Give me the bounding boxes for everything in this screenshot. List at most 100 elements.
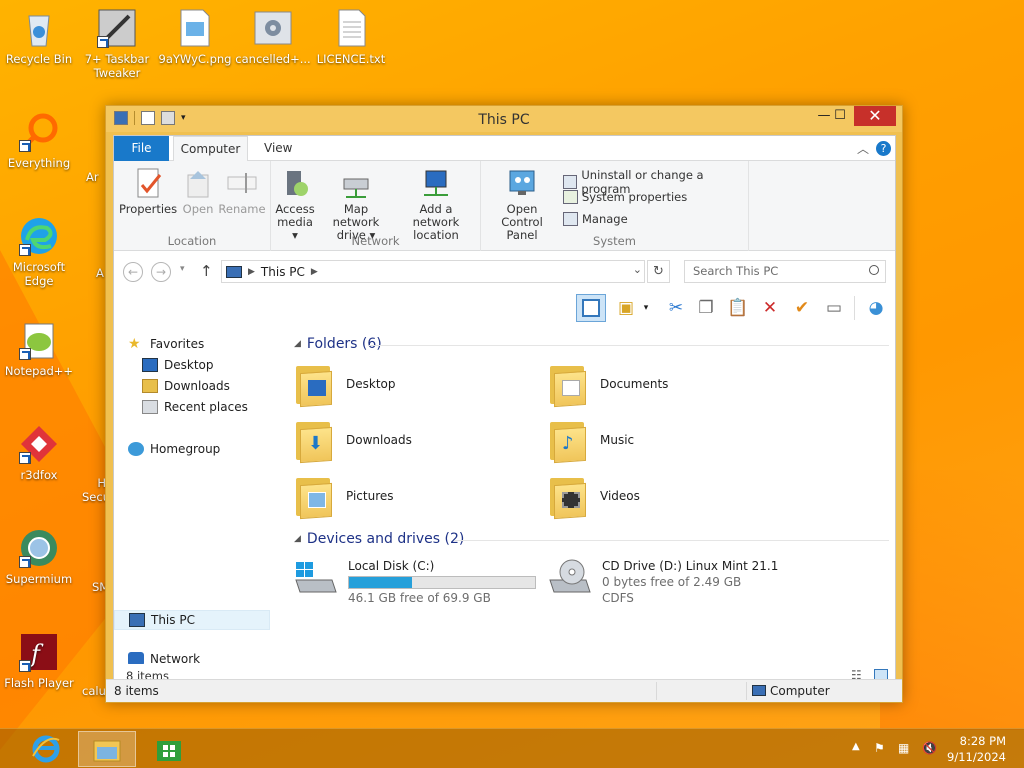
desktop-icon-png[interactable]: 9aYWyC.png xyxy=(157,8,233,66)
nav-downloads[interactable]: Downloads xyxy=(142,379,230,393)
preview-pane-button[interactable] xyxy=(576,294,606,322)
title-bar[interactable]: ▾ This PC — ☐ ✕ xyxy=(106,106,902,132)
breadcrumb-separator-icon[interactable]: ▶ xyxy=(311,267,318,277)
copy-icon[interactable]: ❐ xyxy=(694,296,718,320)
desktop-icon-everything[interactable]: Everything xyxy=(1,112,77,170)
desktop-icon-cancelled[interactable]: cancelled+... xyxy=(235,8,311,66)
desktop-icon-partial[interactable]: calu xyxy=(82,684,106,698)
nav-recent-places[interactable]: Recent places xyxy=(142,400,248,414)
desktop-icon-supermium[interactable]: Supermium xyxy=(1,528,77,586)
map-network-drive-button[interactable]: Map network drive ▾ xyxy=(319,167,393,242)
media-server-icon xyxy=(279,167,311,199)
open-button[interactable]: Open xyxy=(180,167,216,216)
network-location-icon xyxy=(420,167,452,199)
desktop-icon-label: A xyxy=(96,266,104,280)
system-properties-button[interactable]: System properties xyxy=(563,190,687,204)
star-icon: ★ xyxy=(128,336,141,352)
network-tray-icon[interactable]: ▦ xyxy=(898,741,909,755)
content-pane: ◢ Folders (6) Desktop Documents ⬇ Downlo… xyxy=(274,324,895,664)
notepadpp-icon xyxy=(19,320,59,360)
address-field[interactable]: ▶ This PC ▶ ⌄ xyxy=(221,260,645,283)
action-center-flag-icon[interactable]: ⚑ xyxy=(874,741,885,755)
tab-file[interactable]: File xyxy=(114,136,169,161)
search-input[interactable]: Search This PC xyxy=(684,260,886,283)
drive-name: Local Disk (C:) xyxy=(348,559,435,573)
checkmark-icon[interactable]: ✔ xyxy=(790,296,814,320)
help-icon[interactable]: ? xyxy=(876,141,891,156)
desktop-icon-edge[interactable]: Microsoft Edge xyxy=(1,216,77,288)
explorer-window: ▾ This PC — ☐ ✕ File Computer View ︿ ? P… xyxy=(105,105,903,703)
refresh-button[interactable]: ↻ xyxy=(647,260,670,283)
properties-button[interactable]: Properties xyxy=(119,167,177,216)
toolbar: ▣ ▾ ✂ ❐ 📋 ✕ ✔ ▭ ◕ xyxy=(114,292,895,324)
computer-icon xyxy=(752,685,766,696)
folders-section-header[interactable]: ◢ Folders (6) xyxy=(294,336,382,352)
folder-desktop[interactable]: Desktop xyxy=(294,362,396,408)
up-button[interactable]: ↑ xyxy=(200,262,213,280)
folder-videos[interactable]: Videos xyxy=(548,474,640,520)
shell-icon[interactable]: ◕ xyxy=(864,296,888,320)
folder-pictures[interactable]: Pictures xyxy=(294,474,394,520)
close-button[interactable]: ✕ xyxy=(854,106,896,126)
desktop-icon-partial[interactable]: SM xyxy=(92,580,109,594)
taskbar-file-explorer[interactable] xyxy=(78,731,136,767)
taskbar-internet-explorer[interactable] xyxy=(17,731,75,767)
breadcrumb-separator-icon[interactable]: ▶ xyxy=(248,267,255,277)
desktop-icon-label: Supermium xyxy=(5,572,73,586)
nav-homegroup[interactable]: Homegroup xyxy=(128,442,220,456)
folder-options-dropdown-icon[interactable]: ▾ xyxy=(640,296,652,320)
forward-button[interactable]: → xyxy=(151,262,171,282)
desktop-icon-notepadpp[interactable]: Notepad++ xyxy=(1,320,77,378)
collapse-chevron-icon[interactable]: ◢ xyxy=(294,339,301,349)
back-button[interactable]: ← xyxy=(123,262,143,282)
taskbar-store[interactable] xyxy=(140,731,198,767)
desktop-icon-partial[interactable]: H Secu xyxy=(82,476,110,504)
cut-icon[interactable]: ✂ xyxy=(664,296,688,320)
collapse-chevron-icon[interactable]: ◢ xyxy=(294,534,301,544)
show-hidden-icons-icon[interactable]: ▲ xyxy=(852,741,860,752)
nav-label: Homegroup xyxy=(150,442,221,456)
shortcut-arrow-icon xyxy=(19,452,31,464)
taskbar: ▲ ⚑ ▦ 🔇 8:28 PM 9/11/2024 xyxy=(0,728,1024,768)
drives-section-header[interactable]: ◢ Devices and drives (2) xyxy=(294,531,464,547)
maximize-button[interactable]: ☐ xyxy=(826,106,854,126)
desktop-icon-licence[interactable]: LICENCE.txt xyxy=(313,8,389,66)
folder-music[interactable]: ♪ Music xyxy=(548,418,634,464)
drive-cd-d[interactable]: CD Drive (D:) Linux Mint 21.1 0 bytes fr… xyxy=(546,558,778,606)
nav-this-pc[interactable]: This PC xyxy=(114,610,270,630)
disk-usage-bar xyxy=(348,576,536,589)
manage-button[interactable]: Manage xyxy=(563,212,628,226)
paste-icon[interactable]: 📋 xyxy=(726,296,750,320)
desktop-icon-label: 7+ Taskbar Tweaker xyxy=(84,52,150,80)
drive-local-disk-c[interactable]: Local Disk (C:) 46.1 GB free of 69.9 GB xyxy=(292,558,536,606)
network-drive-icon xyxy=(340,167,372,199)
address-dropdown-icon[interactable]: ⌄ xyxy=(633,263,642,276)
tab-computer[interactable]: Computer xyxy=(173,136,248,162)
search-icon[interactable] xyxy=(869,265,879,275)
open-control-panel-button[interactable]: Open Control Panel xyxy=(485,167,559,242)
desktop-icon-taskbar-tweaker[interactable]: 7+ Taskbar Tweaker xyxy=(79,8,155,80)
collapse-ribbon-icon[interactable]: ︿ xyxy=(857,140,869,157)
folder-options-icon[interactable]: ▣ xyxy=(614,296,638,320)
tab-view[interactable]: View xyxy=(254,136,302,161)
add-network-location-button[interactable]: Add a network location xyxy=(395,167,477,242)
folder-label: Videos xyxy=(600,489,640,503)
delete-icon[interactable]: ✕ xyxy=(758,296,782,320)
folder-documents[interactable]: Documents xyxy=(548,362,668,408)
access-media-button[interactable]: Access media ▾ xyxy=(275,167,315,242)
desktop-icon-recycle-bin[interactable]: Recycle Bin xyxy=(1,8,77,66)
desktop-icon-partial[interactable]: Ar xyxy=(86,170,106,184)
rename-button[interactable]: Rename xyxy=(218,167,266,216)
documents-folder-icon xyxy=(548,362,588,408)
desktop-icon-flash[interactable]: f Flash Player xyxy=(1,632,77,690)
volume-muted-icon[interactable]: 🔇 xyxy=(922,741,937,755)
nav-desktop[interactable]: Desktop xyxy=(142,358,214,372)
nav-favorites[interactable]: ★ Favorites xyxy=(128,337,204,351)
folder-downloads[interactable]: ⬇ Downloads xyxy=(294,418,412,464)
recent-locations-dropdown-icon[interactable]: ▾ xyxy=(180,264,185,274)
system-clock[interactable]: 8:28 PM 9/11/2024 xyxy=(947,733,1006,765)
desktop-icon-r3dfox[interactable]: r3dfox xyxy=(1,424,77,482)
breadcrumb-this-pc[interactable]: This PC xyxy=(261,265,305,279)
rename-icon[interactable]: ▭ xyxy=(822,296,846,320)
control-panel-icon xyxy=(506,167,538,199)
